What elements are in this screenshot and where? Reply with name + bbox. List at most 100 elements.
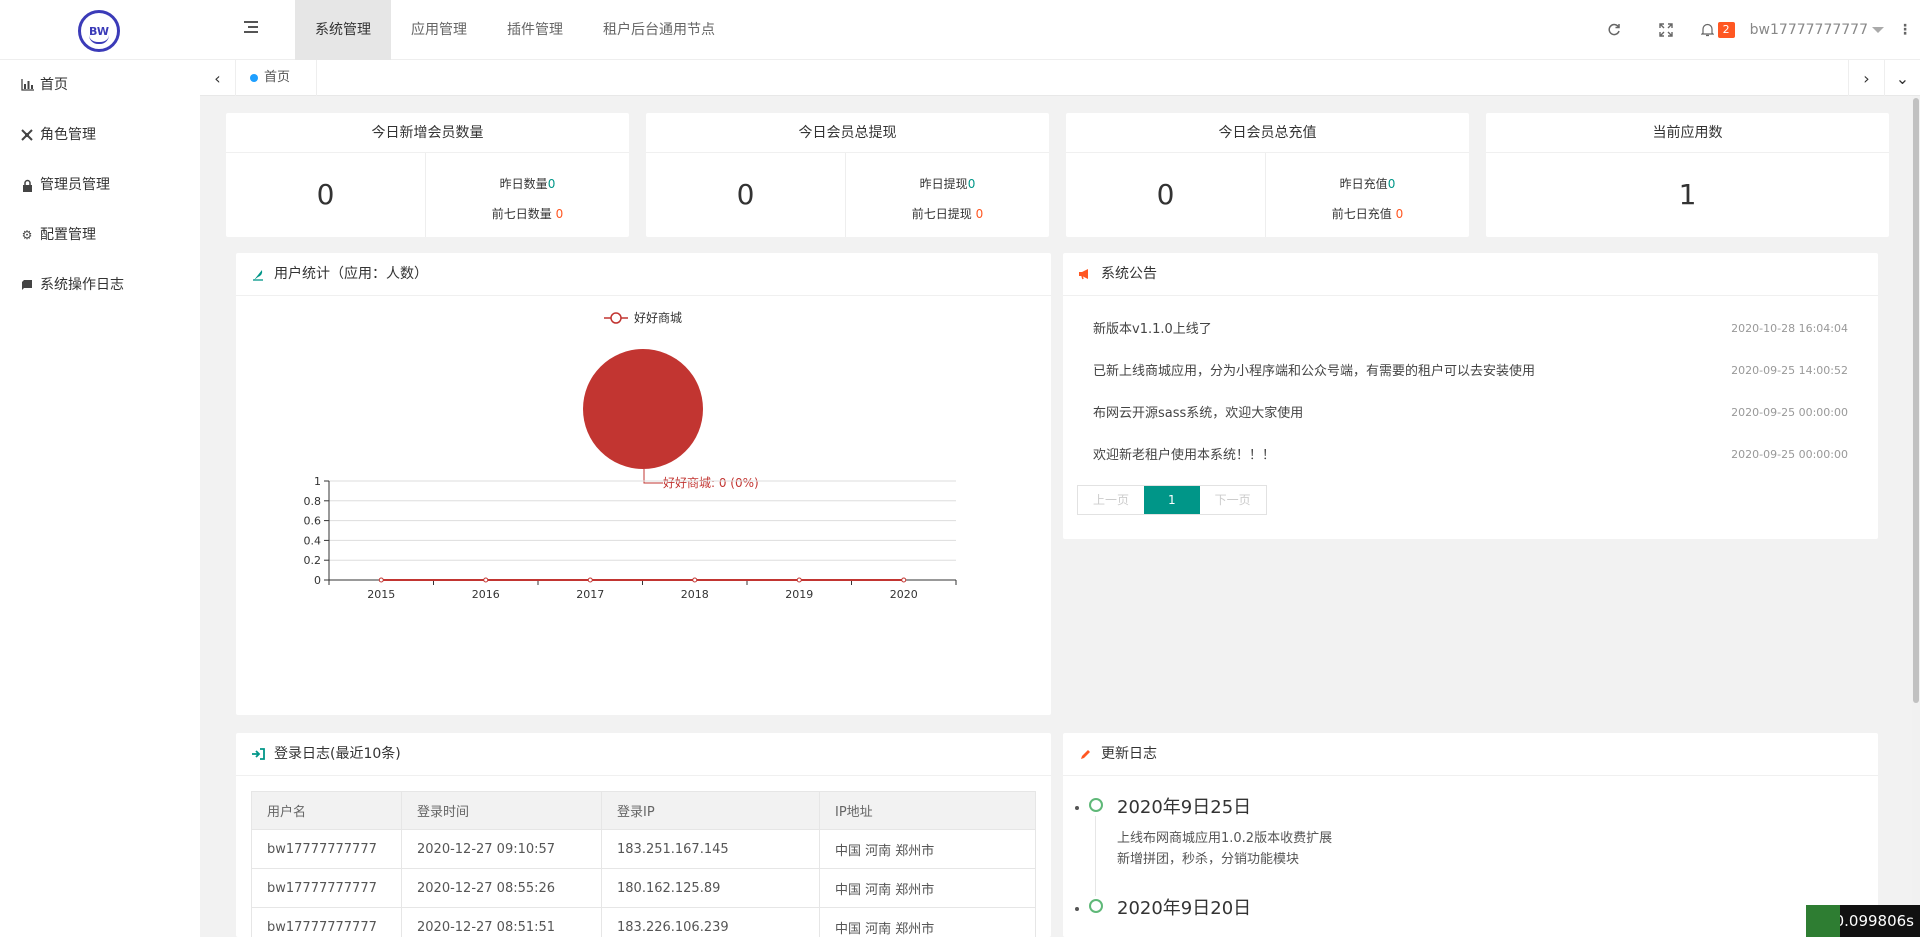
pager-prev-button[interactable]: 上一页: [1078, 486, 1144, 514]
data-point[interactable]: [378, 577, 384, 583]
column-header[interactable]: IP地址: [819, 791, 1036, 830]
timeline-date: 2020年9日20日: [1117, 898, 1252, 919]
tab-scroll-right-icon[interactable]: ›: [1848, 60, 1884, 96]
y-tick-label: 0: [314, 574, 321, 587]
tab-scroll-left-icon[interactable]: ‹: [200, 60, 236, 96]
table-row[interactable]: bw17777777777 2020-12-27 08:55:26 180.16…: [251, 868, 1036, 908]
panel-title: 系统公告: [1101, 265, 1157, 282]
stat-card-new-members: 今日新增会员数量 0 昨日数量0 前七日数量 0: [226, 113, 629, 237]
timeline-desc: 上线布网商城应用1.0.2版本收费扩展 新增拼团，秒杀，分销功能模块: [1117, 831, 1333, 867]
table-row[interactable]: bw17777777777 2020-12-27 08:51:51 183.22…: [251, 907, 1036, 937]
column-header[interactable]: 登录时间: [401, 791, 602, 830]
sidebar-item-admins[interactable]: 管理员管理: [0, 160, 200, 210]
pie-slice-label: 好好商城: 0 (0%): [663, 475, 759, 490]
user-menu[interactable]: bw17777777777: [1744, 22, 1890, 38]
user-stats-charts: 好好商城 好好商城: 0 (0%) 0 0.2 0.4 0.6 0.8 1 2015 2016…: [304, 310, 957, 601]
table-row[interactable]: bw17777777777 2020-12-27 09:10:57 183.25…: [251, 829, 1036, 869]
timeline-circle-icon: [1089, 899, 1103, 913]
x-tick-label: 2016: [472, 588, 500, 601]
scrollbar-thumb[interactable]: [1913, 98, 1919, 703]
leaf-logo-icon: [1806, 905, 1840, 937]
page-scrollbar[interactable]: [1912, 96, 1920, 937]
leaf-icon: [250, 266, 266, 282]
x-tick-label: 2019: [785, 588, 813, 601]
notification-badge: 2: [1717, 22, 1735, 38]
user-name: bw17777777777: [1749, 22, 1868, 38]
top-header: BW 系统管理 应用管理 插件管理 租户后台通用节点 2 bw177777777…: [0, 0, 1920, 60]
data-point[interactable]: [587, 577, 593, 583]
logo[interactable]: BW: [78, 10, 120, 52]
bar-chart-icon: [20, 78, 34, 92]
y-tick-label: 0.4: [304, 534, 322, 547]
stat-value: 0: [646, 153, 846, 237]
panel-title: 更新日志: [1101, 745, 1157, 762]
table-header-row: 用户名 登录时间 登录IP IP地址: [251, 791, 1036, 830]
topnav-system[interactable]: 系统管理: [295, 0, 391, 60]
pie-slice[interactable]: [583, 349, 703, 469]
y-tick-label: 0.2: [304, 554, 322, 567]
top-nav: 系统管理 应用管理 插件管理 租户后台通用节点: [295, 0, 735, 60]
gear-icon: ⚙: [21, 228, 33, 242]
data-point[interactable]: [901, 577, 907, 583]
data-point[interactable]: [483, 577, 489, 583]
notice-item[interactable]: 布网云开源sass系统，欢迎大家使用 2020-09-25 00:00:00: [1093, 390, 1848, 432]
active-dot: [250, 74, 258, 82]
sidebar-item-roles[interactable]: 角色管理: [0, 110, 200, 160]
data-point[interactable]: [796, 577, 802, 583]
megaphone-icon: [1077, 266, 1093, 282]
x-tick-label: 2017: [576, 588, 604, 601]
data-point[interactable]: [692, 577, 698, 583]
stat-title: 今日会员总提现: [646, 113, 1049, 153]
topnav-tenant-nodes[interactable]: 租户后台通用节点: [583, 0, 735, 60]
pager-page-button[interactable]: 1: [1144, 486, 1200, 514]
lock-icon: [20, 178, 34, 192]
pencil-icon: [1077, 746, 1093, 762]
menu-toggle-icon[interactable]: [240, 21, 258, 37]
column-header[interactable]: 登录IP: [601, 791, 820, 830]
notice-panel: 系统公告 新版本v1.1.0上线了 2020-10-28 16:04:04 已新上…: [1063, 253, 1878, 539]
pie-legend[interactable]: 好好商城: [604, 310, 682, 325]
sidebar-item-oplog[interactable]: 系统操作日志: [0, 260, 200, 310]
x-tick-label: 2015: [367, 588, 395, 601]
more-icon[interactable]: ⋮: [1890, 22, 1920, 38]
login-log-table: 用户名 登录时间 登录IP IP地址 bw17777777777 2020-12…: [251, 791, 1036, 937]
y-tick-label: 0.8: [304, 495, 322, 508]
column-header[interactable]: 用户名: [251, 791, 402, 830]
roles-icon: [20, 128, 34, 142]
tab-home[interactable]: 首页: [236, 60, 318, 96]
update-log-panel: 更新日志 2020年9日25日 上线布网商城应用1.0.2版本收费扩展 新增拼团…: [1063, 733, 1878, 937]
timeline-date: 2020年9日25日: [1117, 797, 1252, 818]
notice-item[interactable]: 已新上线商城应用，分为小程序端和公众号端，有需要的租户可以去安装使用 2020-0…: [1093, 348, 1848, 390]
notifications-button[interactable]: 2: [1692, 0, 1744, 60]
login-log-panel: 登录日志(最近10条) 用户名 登录时间 登录IP IP地址 bw1777777…: [236, 733, 1051, 937]
x-tick-label: 2020: [890, 588, 918, 601]
tab-menu-chevron-down-icon[interactable]: ⌄: [1884, 60, 1920, 96]
stat-title: 今日新增会员数量: [226, 113, 629, 153]
sidebar-item-home[interactable]: 首页: [0, 60, 200, 110]
refresh-icon[interactable]: [1588, 0, 1640, 60]
speed-badge: 0.099806s: [1806, 905, 1920, 937]
header-actions: 2 bw17777777777 ⋮: [1588, 0, 1920, 60]
y-tick-label: 1: [314, 475, 321, 488]
fullscreen-icon[interactable]: [1640, 0, 1692, 60]
sidebar: 首页 角色管理 管理员管理 ⚙ 配置管理 系统操作日志: [0, 60, 200, 937]
sign-in-icon: [250, 746, 266, 762]
panel-title: 用户统计（应用：人数）: [274, 265, 428, 282]
timeline-circle-icon: [1089, 798, 1103, 812]
stat-value: 0: [1066, 153, 1266, 237]
stat-card-withdraw: 今日会员总提现 0 昨日提现0 前七日提现 0: [646, 113, 1049, 237]
notice-item[interactable]: 欢迎新老租户使用本系统！！！ 2020-09-25 00:00:00: [1093, 432, 1848, 474]
stat-title: 当前应用数: [1486, 113, 1889, 153]
stat-card-apps: 当前应用数 1: [1486, 113, 1889, 237]
bell-icon: [1700, 23, 1714, 37]
topnav-plugins[interactable]: 插件管理: [487, 0, 583, 60]
x-tick-label: 2018: [681, 588, 709, 601]
user-stats-panel: 用户统计（应用：人数） 好好商城 好好商城: 0 (0%) 0 0.2 0.4 0.6…: [236, 253, 1051, 715]
notice-pager: 上一页 1 下一页: [1077, 485, 1267, 515]
stat-card-recharge: 今日会员总充值 0 昨日充值0 前七日充值 0: [1066, 113, 1469, 237]
y-tick-label: 0.6: [304, 515, 322, 528]
sidebar-item-config[interactable]: ⚙ 配置管理: [0, 210, 200, 260]
notice-item[interactable]: 新版本v1.1.0上线了 2020-10-28 16:04:04: [1093, 306, 1848, 348]
topnav-apps[interactable]: 应用管理: [391, 0, 487, 60]
pager-next-button[interactable]: 下一页: [1200, 486, 1266, 514]
